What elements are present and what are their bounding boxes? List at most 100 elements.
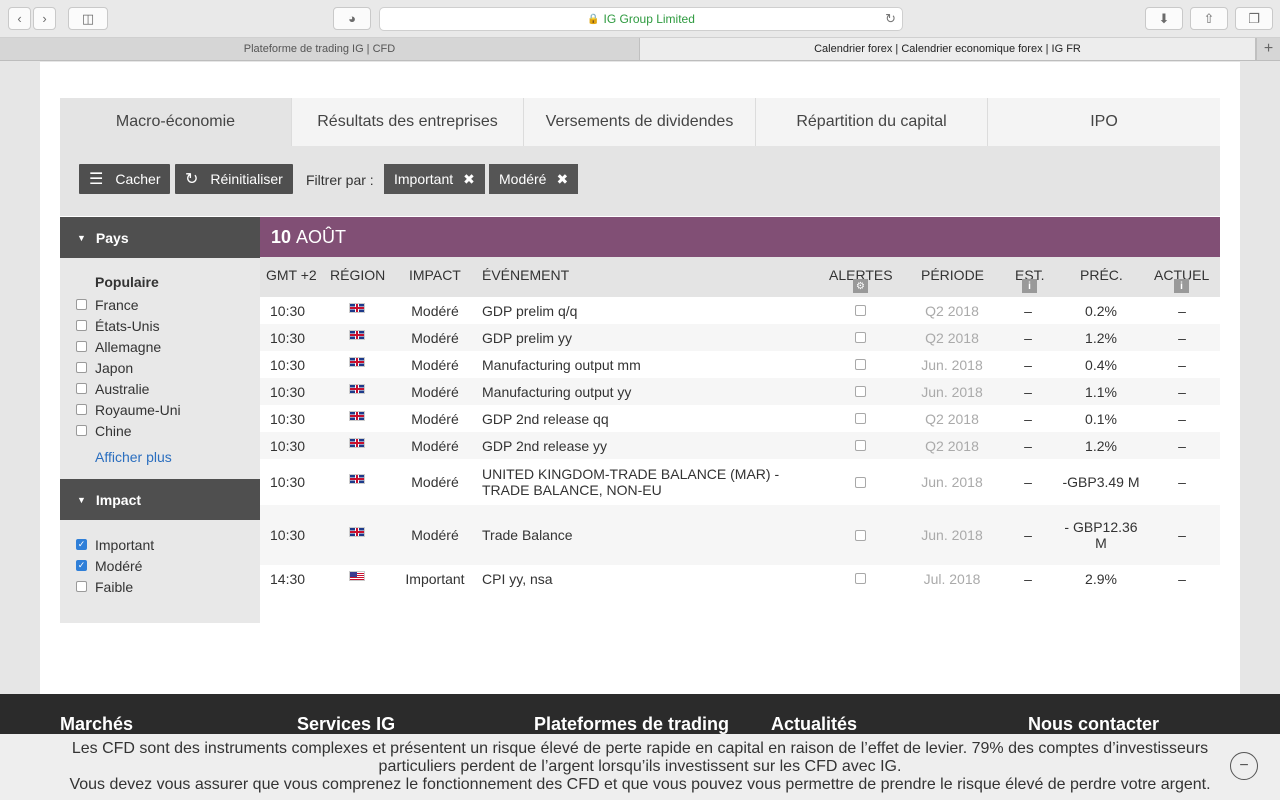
country-option[interactable]: Australie bbox=[60, 378, 260, 399]
cell-prev: 1.1% bbox=[1085, 383, 1117, 400]
cell-event: Manufacturing output yy bbox=[482, 383, 632, 400]
impact-checkbox[interactable]: ✓ bbox=[76, 539, 87, 550]
info-icon[interactable]: i bbox=[1022, 279, 1037, 293]
cell-event: CPI yy, nsa bbox=[482, 570, 553, 587]
country-checkbox[interactable] bbox=[76, 341, 87, 352]
tab-dividends[interactable]: Versements de dividendes bbox=[524, 98, 756, 146]
impact-section-header[interactable]: ▼ Impact bbox=[60, 479, 260, 520]
country-checkbox[interactable] bbox=[76, 299, 87, 310]
alert-checkbox[interactable] bbox=[854, 573, 866, 584]
reset-button[interactable]: ↻ Réinitialiser bbox=[175, 164, 293, 194]
browser-tab-1[interactable]: Plateforme de trading IG | CFD bbox=[0, 38, 640, 60]
country-label: France bbox=[95, 296, 139, 313]
country-checkbox[interactable] bbox=[76, 383, 87, 394]
gear-icon[interactable]: ⚙ bbox=[853, 279, 868, 293]
impact-checkbox[interactable] bbox=[76, 581, 87, 592]
cell-time: 10:30 bbox=[270, 474, 306, 490]
alert-checkbox[interactable] bbox=[854, 386, 866, 397]
cell-est: – bbox=[1024, 570, 1032, 587]
cell-time: 10:30 bbox=[270, 437, 306, 454]
popular-title: Populaire bbox=[95, 274, 159, 290]
cell-event: GDP prelim yy bbox=[482, 329, 572, 346]
caret-down-icon: ▼ bbox=[77, 494, 86, 505]
filter-chip-moderate[interactable]: Modéré ✖ bbox=[489, 164, 579, 194]
show-more-link[interactable]: Afficher plus bbox=[60, 441, 260, 479]
impact-option[interactable]: ✓ Important bbox=[60, 534, 260, 555]
country-label: Australie bbox=[95, 380, 150, 397]
country-option[interactable]: Allemagne bbox=[60, 336, 260, 357]
downloads-icon[interactable]: ⬇ bbox=[1145, 7, 1183, 30]
tabs-overview-icon[interactable]: ❐ bbox=[1235, 7, 1273, 30]
country-checkbox[interactable] bbox=[76, 320, 87, 331]
alert-checkbox[interactable] bbox=[854, 529, 866, 541]
close-icon[interactable]: ✖ bbox=[463, 171, 475, 188]
events-table: 10 AOÛT GMT +2 RÉGION IMPACT ÉVÉNEMENT A… bbox=[260, 217, 1220, 592]
impact-option[interactable]: ✓ Modéré bbox=[60, 555, 260, 576]
footer-markets[interactable]: Marchés bbox=[60, 714, 133, 735]
country-option[interactable]: Royaume-Uni bbox=[60, 399, 260, 420]
country-section-header[interactable]: ▼ Pays bbox=[60, 217, 260, 258]
footer-ig-services[interactable]: Services IG bbox=[297, 714, 395, 735]
cell-impact: Modéré bbox=[411, 383, 459, 400]
alert-checkbox[interactable] bbox=[854, 413, 866, 424]
footer-news[interactable]: Actualités bbox=[771, 714, 857, 735]
reload-icon[interactable]: ↻ bbox=[885, 11, 896, 27]
info-icon[interactable]: i bbox=[1174, 279, 1189, 293]
cell-est: – bbox=[1024, 474, 1032, 490]
tab-capital-distribution[interactable]: Répartition du capital bbox=[756, 98, 988, 146]
country-checkbox[interactable] bbox=[76, 404, 87, 415]
alert-toggle bbox=[850, 405, 870, 432]
impact-checkbox[interactable]: ✓ bbox=[76, 560, 87, 571]
table-row: 10:30 Modéré GDP 2nd release qq Q2 2018 – 0.1… bbox=[260, 405, 1220, 432]
cell-impact: Modéré bbox=[411, 437, 459, 454]
cell-impact: Modéré bbox=[411, 356, 459, 373]
country-option[interactable]: France bbox=[60, 294, 260, 315]
footer-contact[interactable]: Nous contacter bbox=[1028, 714, 1159, 735]
tab-macro-economy[interactable]: Macro-économie bbox=[60, 98, 292, 146]
hide-button[interactable]: ☰ Cacher bbox=[79, 164, 171, 194]
alert-checkbox[interactable] bbox=[854, 332, 866, 343]
impact-label: Important bbox=[95, 536, 155, 553]
alert-checkbox[interactable] bbox=[854, 359, 866, 370]
collapse-banner-icon[interactable]: − bbox=[1230, 752, 1258, 780]
country-label: Allemagne bbox=[95, 338, 162, 355]
share-icon[interactable]: ⇧ bbox=[1190, 7, 1228, 30]
grammarly-icon[interactable]: ◕ bbox=[333, 7, 371, 30]
forward-icon[interactable]: › bbox=[33, 7, 56, 30]
alert-checkbox[interactable] bbox=[854, 476, 866, 488]
browser-tabs: Plateforme de trading IG | CFD Calendrie… bbox=[0, 38, 1280, 61]
tab-company-results[interactable]: Résultats des entreprises bbox=[292, 98, 524, 146]
sidebar-toggle-icon[interactable]: ◫ bbox=[68, 7, 108, 30]
cell-event: UNITED KINGDOM-TRADE BALANCE (MAR) - TRA… bbox=[482, 466, 780, 498]
cell-event: Manufacturing output mm bbox=[482, 356, 641, 373]
back-icon[interactable]: ‹ bbox=[8, 7, 31, 30]
cell-actual: – bbox=[1178, 356, 1186, 373]
cell-prev: - GBP12.36 M bbox=[1064, 519, 1138, 551]
country-option[interactable]: États-Unis bbox=[60, 315, 260, 336]
new-tab-icon[interactable]: + bbox=[1256, 38, 1280, 60]
tab-ipo[interactable]: IPO bbox=[988, 98, 1220, 146]
country-option[interactable]: Chine bbox=[60, 420, 260, 441]
country-checkbox[interactable] bbox=[76, 362, 87, 373]
cell-time: 10:30 bbox=[270, 410, 306, 427]
address-bar[interactable]: 🔒 IG Group Limited ↻ bbox=[379, 7, 903, 31]
risk-warning-banner: Les CFD sont des instruments complexes e… bbox=[0, 734, 1280, 800]
footer-platforms[interactable]: Plateformes de trading bbox=[534, 714, 729, 735]
refresh-icon: ↻ bbox=[185, 171, 199, 188]
table-row: 10:30 Modéré GDP prelim q/q Q2 2018 – 0.2% – bbox=[260, 297, 1220, 324]
browser-tab-2[interactable]: Calendrier forex | Calendrier economique… bbox=[640, 38, 1256, 60]
cell-est: – bbox=[1024, 527, 1032, 543]
cell-actual: – bbox=[1178, 302, 1186, 319]
filter-chip-important[interactable]: Important ✖ bbox=[384, 164, 485, 194]
cell-est: – bbox=[1024, 410, 1032, 427]
close-icon[interactable]: ✖ bbox=[556, 171, 568, 188]
alert-checkbox[interactable] bbox=[854, 305, 866, 316]
country-checkbox[interactable] bbox=[76, 425, 87, 436]
col-previous: PRÉC. bbox=[1080, 267, 1123, 283]
country-option[interactable]: Japon bbox=[60, 357, 260, 378]
alert-checkbox[interactable] bbox=[854, 440, 866, 451]
cell-actual: – bbox=[1178, 329, 1186, 346]
country-list: France États-Unis Allemagne Japon Australie R… bbox=[60, 294, 260, 441]
alert-toggle bbox=[850, 459, 870, 505]
impact-option[interactable]: Faible bbox=[60, 576, 260, 597]
